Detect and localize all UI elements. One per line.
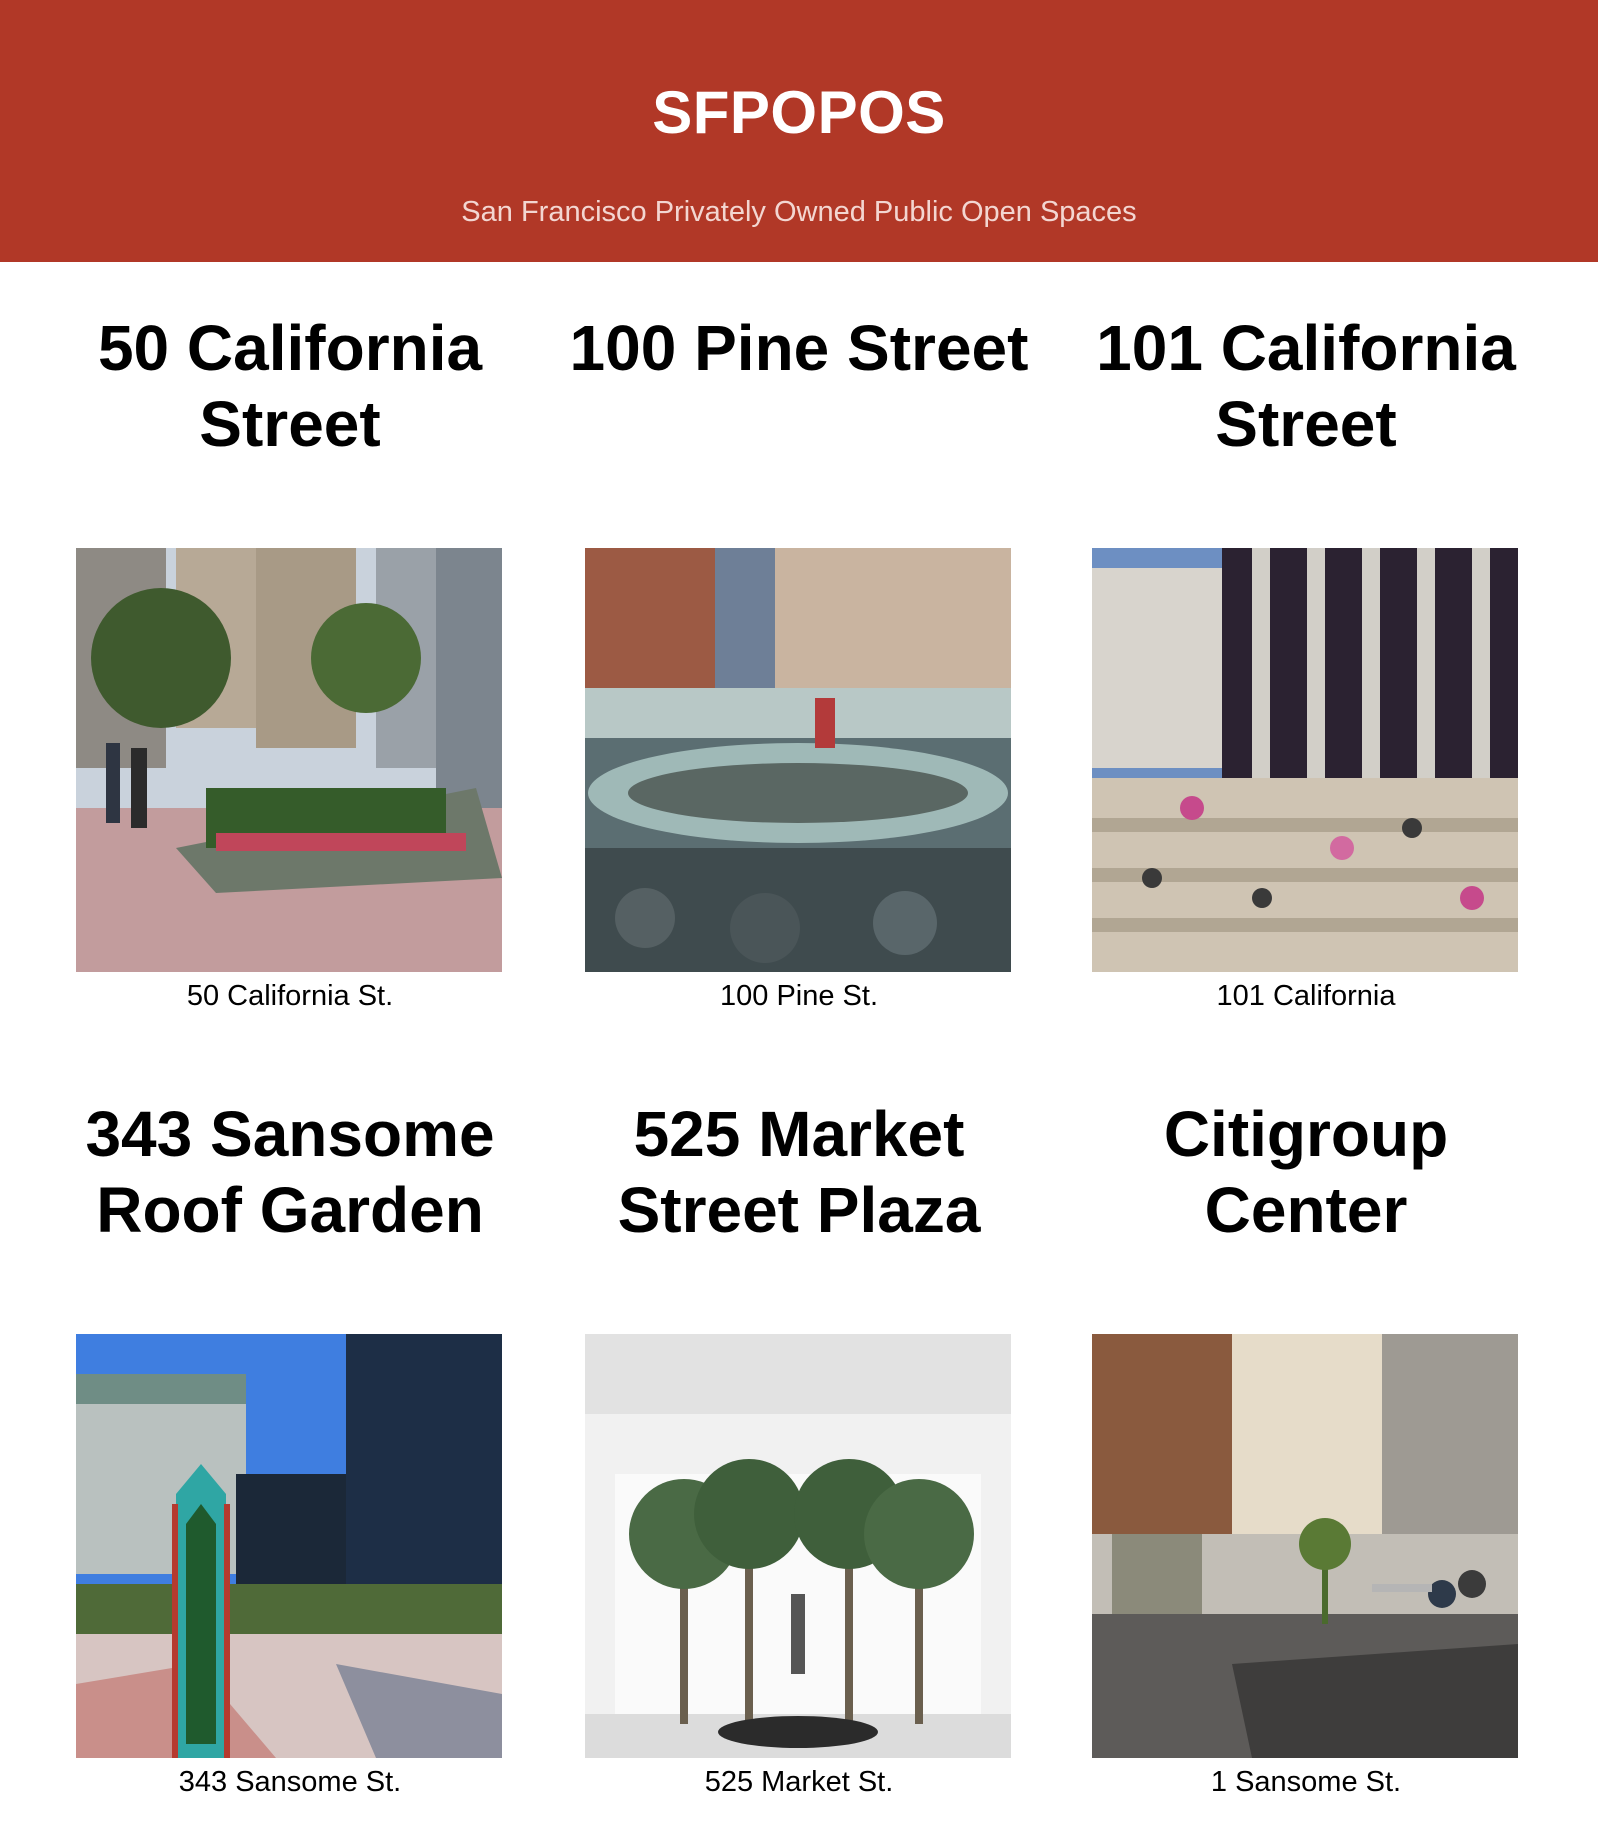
site-header: SFPOPOS San Francisco Privately Owned Pu… [0, 0, 1598, 262]
place-caption: 100 Pine St. [720, 980, 878, 1012]
place-photo[interactable] [1092, 1334, 1518, 1758]
place-title[interactable]: 100 Pine Street [545, 310, 1053, 386]
place-caption: 1 Sansome St. [1210, 1766, 1402, 1798]
site-subtitle: San Francisco Privately Owned Public Ope… [461, 196, 1137, 228]
place-title[interactable]: 343 Sansome Roof Garden [36, 1096, 544, 1248]
site-title[interactable]: SFPOPOS [0, 78, 1598, 147]
place-title[interactable]: 101 California Street [1052, 310, 1560, 462]
place-title[interactable]: 50 California Street [36, 310, 544, 462]
place-caption: 101 California [1216, 980, 1396, 1012]
place-caption: 525 Market St. [704, 1766, 894, 1798]
place-title[interactable]: Citigroup Center [1052, 1096, 1560, 1248]
place-caption: 343 Sansome St. [178, 1766, 402, 1798]
place-photo[interactable] [585, 548, 1011, 972]
place-photo[interactable] [585, 1334, 1011, 1758]
place-photo[interactable] [76, 1334, 502, 1758]
place-title[interactable]: 525 Market Street Plaza [545, 1096, 1053, 1248]
place-photo[interactable] [76, 548, 502, 972]
place-photo[interactable] [1092, 548, 1518, 972]
place-caption: 50 California St. [186, 980, 394, 1012]
